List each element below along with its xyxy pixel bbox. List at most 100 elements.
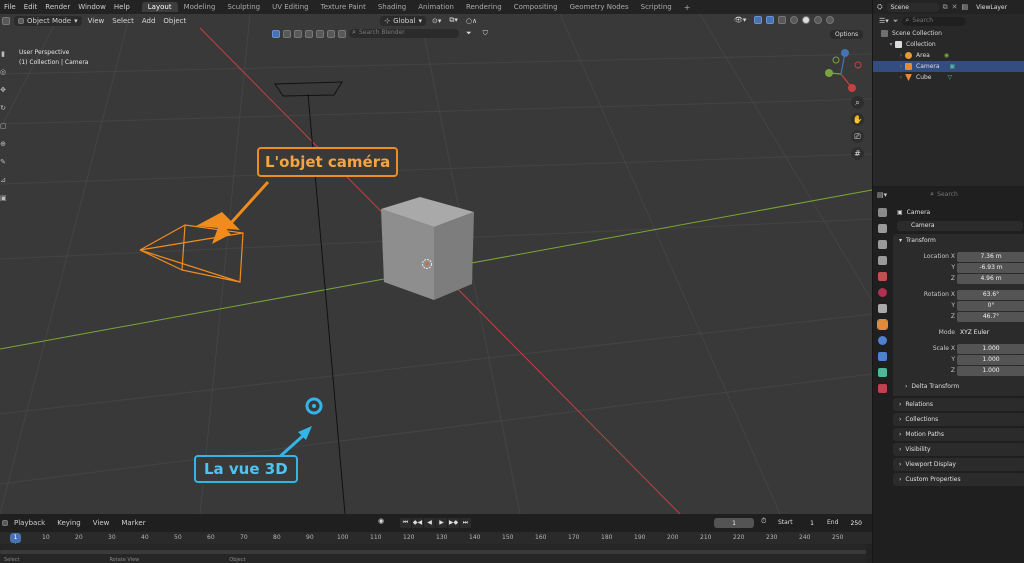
add-workspace-icon[interactable]: + <box>678 3 697 12</box>
world-tab-icon[interactable] <box>877 288 887 297</box>
xray-toggle-icon[interactable] <box>778 16 787 24</box>
viewport-menu-add[interactable]: Add <box>138 17 160 25</box>
menu-edit[interactable]: Edit <box>20 3 42 11</box>
tool-add-cube-icon[interactable]: ▣ <box>0 194 7 208</box>
tab-modeling[interactable]: Modeling <box>178 2 222 12</box>
camera-view-icon[interactable]: ⎚ <box>851 130 864 143</box>
viewport-display-panel-header[interactable]: › Viewport Display <box>893 458 1024 471</box>
viewport-menu-object[interactable]: Object <box>159 17 190 25</box>
visibility-icon[interactable]: 👁▾ <box>730 16 750 24</box>
snap-icon[interactable]: ⧉▾ <box>445 16 462 25</box>
location-z-field[interactable]: 4.96 m <box>957 273 1024 284</box>
tab-uv-editing[interactable]: UV Editing <box>266 2 315 12</box>
pan-hand-icon[interactable]: ✋ <box>851 113 864 126</box>
zoom-icon[interactable]: ⌕ <box>851 96 864 109</box>
current-frame-marker[interactable]: 1 <box>10 533 21 543</box>
perspective-grid-icon[interactable]: # <box>851 147 864 160</box>
tool-measure-icon[interactable]: ⊿ <box>0 176 6 190</box>
object-tab-icon[interactable] <box>876 319 888 330</box>
view-layer-selector[interactable]: ViewLayer <box>972 3 1012 12</box>
copy-icon[interactable]: ⧉ <box>943 3 948 12</box>
tool-move-icon[interactable]: ✥ <box>0 86 6 100</box>
tool-select-icon[interactable]: ▮ <box>0 50 6 64</box>
shield-icon[interactable]: ⛉ <box>479 29 492 38</box>
tab-shading[interactable]: Shading <box>372 2 412 12</box>
tab-texture-paint[interactable]: Texture Paint <box>315 2 372 12</box>
view-layer-tab-icon[interactable] <box>877 256 887 265</box>
properties-search-input[interactable]: Search <box>927 190 992 200</box>
rotation-y-field[interactable]: 0° <box>957 300 1024 311</box>
tab-compositing[interactable]: Compositing <box>508 2 564 12</box>
clock-icon[interactable]: ⏱ <box>757 517 770 526</box>
play-reverse-icon[interactable]: ◀ <box>424 518 435 528</box>
object-name-field[interactable]: Camera <box>897 220 1023 231</box>
tab-sculpting[interactable]: Sculpting <box>221 2 266 12</box>
delta-transform-subpanel[interactable]: › Delta Transform <box>893 381 1024 392</box>
chevron-right-icon[interactable]: › <box>897 63 905 70</box>
tab-geometry-nodes[interactable]: Geometry Nodes <box>564 2 635 12</box>
menu-file[interactable]: File <box>0 3 20 11</box>
scale-x-field[interactable]: 1.000 <box>957 343 1024 354</box>
viewport-menu-view[interactable]: View <box>84 17 109 25</box>
scale-y-field[interactable]: 1.000 <box>957 354 1024 365</box>
timeline-menu-keying[interactable]: Keying <box>51 519 87 527</box>
select-mode-invert-icon[interactable] <box>316 29 324 38</box>
select-mode-new-icon[interactable] <box>283 29 291 38</box>
select-box-icon[interactable] <box>272 29 280 38</box>
collections-panel-header[interactable]: › Collections <box>893 413 1024 426</box>
outliner-row-area[interactable]: › Area ◉ <box>873 50 1024 61</box>
menu-help[interactable]: Help <box>110 3 134 11</box>
scale-z-field[interactable]: 1.000 <box>957 365 1024 376</box>
timeline-menu-view[interactable]: View <box>87 519 116 527</box>
viewport-menu-select[interactable]: Select <box>108 17 138 25</box>
tool-cursor-icon[interactable]: ◎ <box>0 68 6 82</box>
orientation-selector[interactable]: ⊹ Global ▾ <box>380 15 426 26</box>
outliner-row-scene-collection[interactable]: Scene Collection <box>873 28 1024 39</box>
scene-tab-icon[interactable] <box>877 272 887 281</box>
gizmo-toggle-icon[interactable] <box>754 16 763 24</box>
tab-animation[interactable]: Animation <box>412 2 460 12</box>
shading-solid-icon[interactable] <box>802 16 811 24</box>
timeline-menu-marker[interactable]: Marker <box>115 519 151 527</box>
menu-window[interactable]: Window <box>74 3 110 11</box>
outliner-search-input[interactable]: Search <box>902 16 967 26</box>
outliner-display-mode-icon[interactable]: ☰▾ <box>879 17 889 25</box>
tool-tab-icon[interactable] <box>877 208 887 217</box>
jump-keyframe-back-icon[interactable]: ◆◀ <box>412 518 423 528</box>
rotation-z-field[interactable]: 46.7° <box>957 311 1024 322</box>
end-frame-field[interactable]: 250 <box>820 518 866 528</box>
close-icon[interactable]: ✕ <box>952 3 958 11</box>
chevron-down-icon[interactable]: ▾ <box>887 41 895 48</box>
auto-keying-icon[interactable]: ◉ <box>374 517 388 525</box>
outliner-row-camera[interactable]: › Camera ▣ <box>873 61 1024 72</box>
3d-viewport[interactable]: Object Mode ▾ View Select Add Object ⊹ G… <box>0 14 872 514</box>
jump-keyframe-forward-icon[interactable]: ▶◆ <box>448 518 459 528</box>
render-tab-icon[interactable] <box>877 224 887 233</box>
tab-layout[interactable]: Layout <box>141 2 178 12</box>
viewport-search-input[interactable]: Search Blender <box>349 28 459 38</box>
tool-transform-icon[interactable]: ⊕ <box>0 140 6 154</box>
pivot-icon[interactable]: ⊙▾ <box>428 17 445 25</box>
data-tab-icon[interactable] <box>877 384 887 393</box>
cube-object[interactable] <box>381 197 474 300</box>
visibility-panel-header[interactable]: › Visibility <box>893 443 1024 456</box>
collection-tab-icon[interactable] <box>877 304 887 313</box>
location-y-field[interactable]: -6.93 m <box>957 262 1024 273</box>
location-x-field[interactable]: 7.36 m <box>957 251 1024 262</box>
select-mode-intersect-icon[interactable] <box>327 29 335 38</box>
select-mode-subtract-icon[interactable] <box>305 29 313 38</box>
chevron-right-icon[interactable]: › <box>897 74 905 81</box>
custom-properties-panel-header[interactable]: › Custom Properties <box>893 473 1024 486</box>
jump-start-icon[interactable]: ⏮ <box>400 518 411 528</box>
tab-scripting[interactable]: Scripting <box>635 2 678 12</box>
output-tab-icon[interactable] <box>877 240 887 249</box>
mode-selector[interactable]: Object Mode ▾ <box>14 15 82 26</box>
timeline-ruler[interactable]: 10 20 30 40 50 60 70 80 90 100 110 120 1… <box>0 532 872 544</box>
properties-editor-type-icon[interactable]: ▤▾ <box>877 191 887 199</box>
chevron-right-icon[interactable]: › <box>897 52 905 59</box>
menu-render[interactable]: Render <box>41 3 74 11</box>
constraints-tab-icon[interactable] <box>877 368 887 377</box>
shading-wireframe-icon[interactable] <box>790 16 799 24</box>
motion-paths-panel-header[interactable]: › Motion Paths <box>893 428 1024 441</box>
tool-rotate-icon[interactable]: ↻ <box>0 104 6 118</box>
